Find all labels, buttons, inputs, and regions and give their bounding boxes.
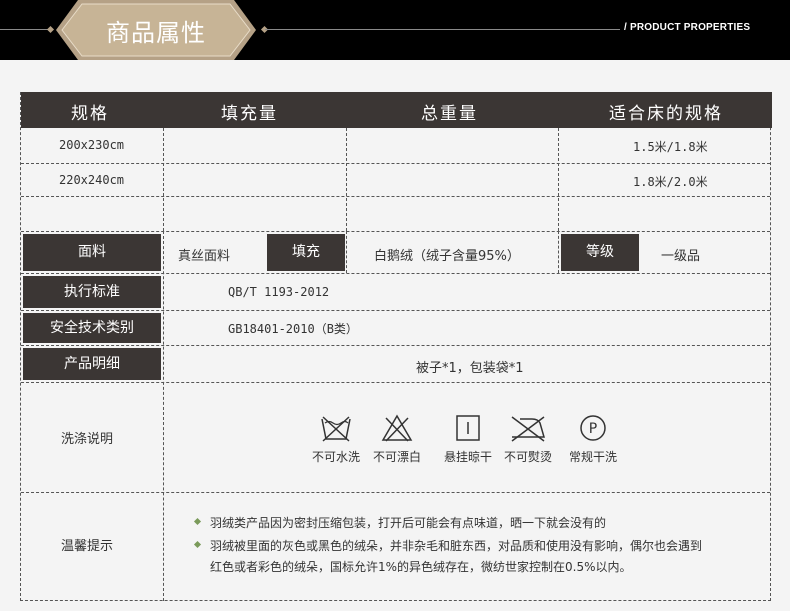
filling-label: 填充 [267, 234, 345, 271]
detail-value: 被子*1，包装袋*1 [416, 361, 524, 376]
header-bar: 商品属性 / PRODUCT PROPERTIES [0, 0, 790, 60]
wash-label-text: 不可熨烫 [503, 450, 552, 464]
filling-value: 白鹅绒（绒子含量95%） [374, 249, 520, 264]
col-header-fill: 填充量 [221, 104, 278, 124]
col-header-bed: 适合床的规格 [609, 104, 723, 124]
standard-label: 执行标准 [23, 276, 161, 308]
col-header-weight: 总重量 [421, 104, 478, 124]
safety-value: GB18401-2010（B类） [228, 322, 358, 336]
dry-clean-icon: P [580, 415, 606, 441]
wash-item: 不可漂白 [367, 413, 427, 465]
tip-text: 红色或者彩色的绒朵，国标允许1%的异色绒存在，微纺世家控制在0.5%以内。 [210, 560, 632, 574]
grade-label: 等级 [561, 234, 639, 271]
wash-item: P 常规干洗 [563, 413, 623, 465]
col-header-size: 规格 [71, 104, 109, 124]
header-diamond-dot [46, 25, 55, 34]
no-iron-icon [511, 416, 545, 442]
page-title: 商品属性 [106, 19, 206, 47]
wash-label-text: 悬挂晾干 [443, 450, 492, 464]
tip-text: 羽绒被里面的灰色或黑色的绒朵，并非杂毛和脏东西，对品质和使用没有影响，偶尔也会遇… [210, 539, 703, 553]
wash-item: 悬挂晾干 [438, 413, 498, 465]
spec-size-cell: 200x230cm [59, 138, 125, 152]
table-header-row: 规格 填充量 总重量 适合床的规格 [21, 92, 772, 128]
wash-item: 不可水洗 [306, 413, 366, 465]
spec-size-cell: 220x240cm [59, 173, 125, 187]
spec-bed-cell: 1.8米/2.0米 [633, 175, 708, 189]
no-water-wash-icon [321, 416, 351, 442]
wash-label: 洗涤说明 [61, 432, 114, 447]
grade-value: 一级品 [661, 249, 701, 264]
wash-label-text: 常规干洗 [568, 450, 617, 464]
page-subtitle: / PRODUCT PROPERTIES [624, 22, 751, 33]
header-line-right [265, 29, 620, 30]
detail-label: 产品明细 [23, 348, 161, 380]
fabric-label: 面料 [23, 234, 161, 271]
tip-text: 羽绒类产品因为密封压缩包装，打开后可能会有点味道，晒一下就会没有的 [210, 516, 607, 530]
svg-text:P: P [589, 421, 597, 437]
hang-dry-icon [456, 415, 480, 441]
standard-value: QB/T 1193-2012 [228, 285, 330, 299]
wash-label-text: 不可水洗 [311, 450, 360, 464]
no-bleach-icon [381, 414, 413, 442]
wash-item: 不可熨烫 [498, 413, 558, 465]
fabric-value: 真丝面料 [178, 249, 231, 264]
tips-label: 温馨提示 [61, 539, 114, 554]
spec-bed-cell: 1.5米/1.8米 [633, 140, 708, 154]
wash-label-text: 不可漂白 [372, 450, 421, 464]
header-line-left [0, 29, 50, 30]
safety-label: 安全技术类别 [23, 313, 161, 343]
